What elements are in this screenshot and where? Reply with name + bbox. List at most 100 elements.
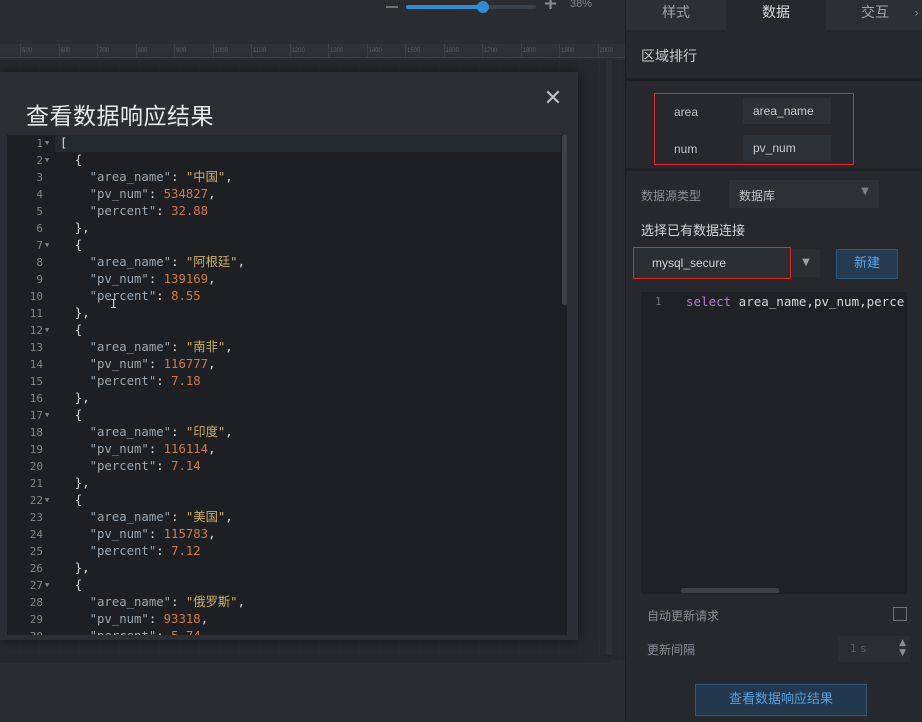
modal-title: 查看数据响应结果	[26, 104, 214, 130]
code-line: 24 "pv_num": 115783,	[7, 526, 562, 543]
line-number: 14	[29, 358, 43, 371]
code-line: 9 "pv_num": 139169,	[7, 271, 562, 288]
ruler-tick-label: 1600	[445, 48, 459, 54]
divider	[626, 78, 922, 81]
line-number: 29	[29, 613, 43, 626]
ruler-tick-label: 1900	[561, 48, 575, 54]
sql-editor[interactable]: 1 select area_name,pv_num,perce	[641, 292, 907, 594]
code-text: },	[60, 476, 90, 490]
interval-stepper[interactable]: 1 s ▲ ▼	[838, 636, 910, 662]
ruler-tick-label: 1200	[291, 48, 305, 54]
line-number: 27	[29, 579, 43, 592]
sql-query-text: area_name,pv_num,perce	[731, 294, 905, 309]
divider	[626, 168, 922, 171]
zoom-control: + 38%	[380, 0, 625, 14]
fold-arrow-icon[interactable]: ▼	[45, 407, 49, 424]
fold-arrow-icon[interactable]: ▼	[45, 577, 49, 594]
code-text: {	[60, 238, 83, 252]
chevron-right-icon[interactable]: ›	[914, 6, 919, 20]
line-number: 7	[36, 239, 43, 252]
code-text: "area_name": "印度",	[60, 425, 233, 439]
code-line: 4 "pv_num": 534827,	[7, 186, 562, 203]
zoom-slider-handle[interactable]	[477, 1, 489, 13]
ruler-line	[251, 44, 252, 58]
auto-update-label: 自动更新请求	[647, 609, 720, 623]
zoom-slider[interactable]	[406, 1, 536, 13]
canvas-horizontal-scrollbar[interactable]	[0, 655, 610, 663]
field-map-row: num pv_num	[655, 131, 855, 167]
line-number: 16	[29, 392, 43, 405]
line-number: 18	[29, 426, 43, 439]
code-line: 11 },	[7, 305, 562, 322]
code-text: },	[60, 561, 90, 575]
field-mapping: area area_name num pv_num	[654, 93, 854, 165]
code-text: "area_name": "阿根廷",	[60, 255, 245, 269]
code-line: 27 ▼ {	[7, 577, 562, 594]
new-connection-button[interactable]: 新建	[836, 249, 898, 279]
line-number: 11	[29, 307, 43, 320]
close-icon[interactable]: ✕	[543, 88, 563, 110]
zoom-slider-fill	[406, 5, 483, 9]
ruler-line	[597, 44, 599, 58]
ruler-line	[443, 44, 445, 58]
code-text: "pv_num": 139169,	[60, 272, 216, 286]
code-line: 26 },	[7, 560, 562, 577]
field-value-input[interactable]: area_name	[743, 98, 831, 124]
auto-update-checkbox[interactable]	[893, 607, 907, 621]
section-title: 区域排行	[641, 49, 697, 65]
code-line: 14 "pv_num": 116777,	[7, 356, 562, 373]
ruler-line	[405, 44, 406, 58]
json-code-viewer[interactable]: 1 ▼[2 ▼ {3 "area_name": "中国", 4 "pv_num": 5…	[7, 135, 567, 635]
connection-select[interactable]: mysql_secure	[633, 247, 791, 279]
code-line: 10 "percent": 8.55	[7, 288, 562, 305]
line-number-gutter	[641, 292, 681, 594]
line-number: 2	[36, 154, 43, 167]
code-text: "area_name": "南非",	[60, 340, 233, 354]
datasource-type-select[interactable]: 数据库 ▼	[729, 180, 879, 208]
fold-arrow-icon[interactable]: ▼	[45, 492, 49, 509]
fold-arrow-icon[interactable]: ▼	[45, 152, 49, 169]
code-text: "percent": 7.14	[60, 459, 201, 473]
ruler-line	[482, 44, 483, 58]
line-number: 30	[7, 628, 43, 635]
code-line: 1 ▼ [	[7, 135, 562, 152]
tab-data[interactable]: 数据	[726, 0, 826, 30]
tab-style[interactable]: 样式	[626, 0, 726, 30]
zoom-in-icon[interactable]: +	[543, 0, 558, 13]
zoom-out-icon[interactable]	[386, 6, 398, 8]
code-line: 13 "area_name": "南非",	[7, 339, 562, 356]
code-line: 29 "pv_num": 93318,	[7, 611, 562, 628]
tab-interaction[interactable]: 交互	[826, 0, 922, 30]
sql-keyword: select	[686, 294, 732, 309]
code-text: "pv_num": 116777,	[60, 357, 216, 371]
code-text: "percent": 7.12	[60, 544, 201, 558]
horizontal-ruler: 500 600 700 800 900 1000 1100 1200 1300 1400 1500 1…	[0, 44, 625, 58]
sql-horizontal-scrollbar[interactable]	[681, 588, 779, 593]
fold-arrow-icon[interactable]: ▼	[45, 135, 49, 152]
chevron-down-icon[interactable]: ▼	[899, 648, 906, 658]
ruler-tick-label: 600	[60, 48, 71, 54]
code-line: 15 "percent": 7.18	[7, 373, 562, 390]
view-response-button[interactable]: 查看数据响应结果	[695, 684, 867, 716]
interval-label: 更新间隔	[647, 643, 696, 657]
code-line: 25 "percent": 7.12	[7, 543, 562, 560]
fold-arrow-icon[interactable]: ▼	[45, 322, 49, 339]
interval-value: 1 s	[850, 642, 867, 655]
code-line: 21 },	[7, 475, 562, 492]
canvas-vertical-scrollbar[interactable]	[606, 60, 612, 655]
fold-arrow-icon[interactable]: ▼	[45, 237, 49, 254]
panel-tabs: 样式 数据 交互 ›	[626, 0, 922, 30]
code-vertical-scrollbar[interactable]	[562, 135, 567, 305]
line-number: 17	[29, 409, 43, 422]
field-value-input[interactable]: pv_num	[743, 135, 831, 161]
ruler-line	[289, 44, 291, 58]
code-line: 30 "percent": 5.74	[7, 628, 562, 635]
connection-label: 选择已有数据连接	[641, 224, 746, 239]
code-text: {	[60, 493, 83, 507]
line-number: 23	[29, 511, 43, 524]
ruler-line	[58, 44, 60, 58]
line-number: 20	[29, 460, 43, 473]
chevron-up-icon[interactable]: ▲	[899, 638, 906, 648]
chevron-down-icon[interactable]: ▼	[792, 249, 820, 277]
ruler-line	[366, 44, 368, 58]
